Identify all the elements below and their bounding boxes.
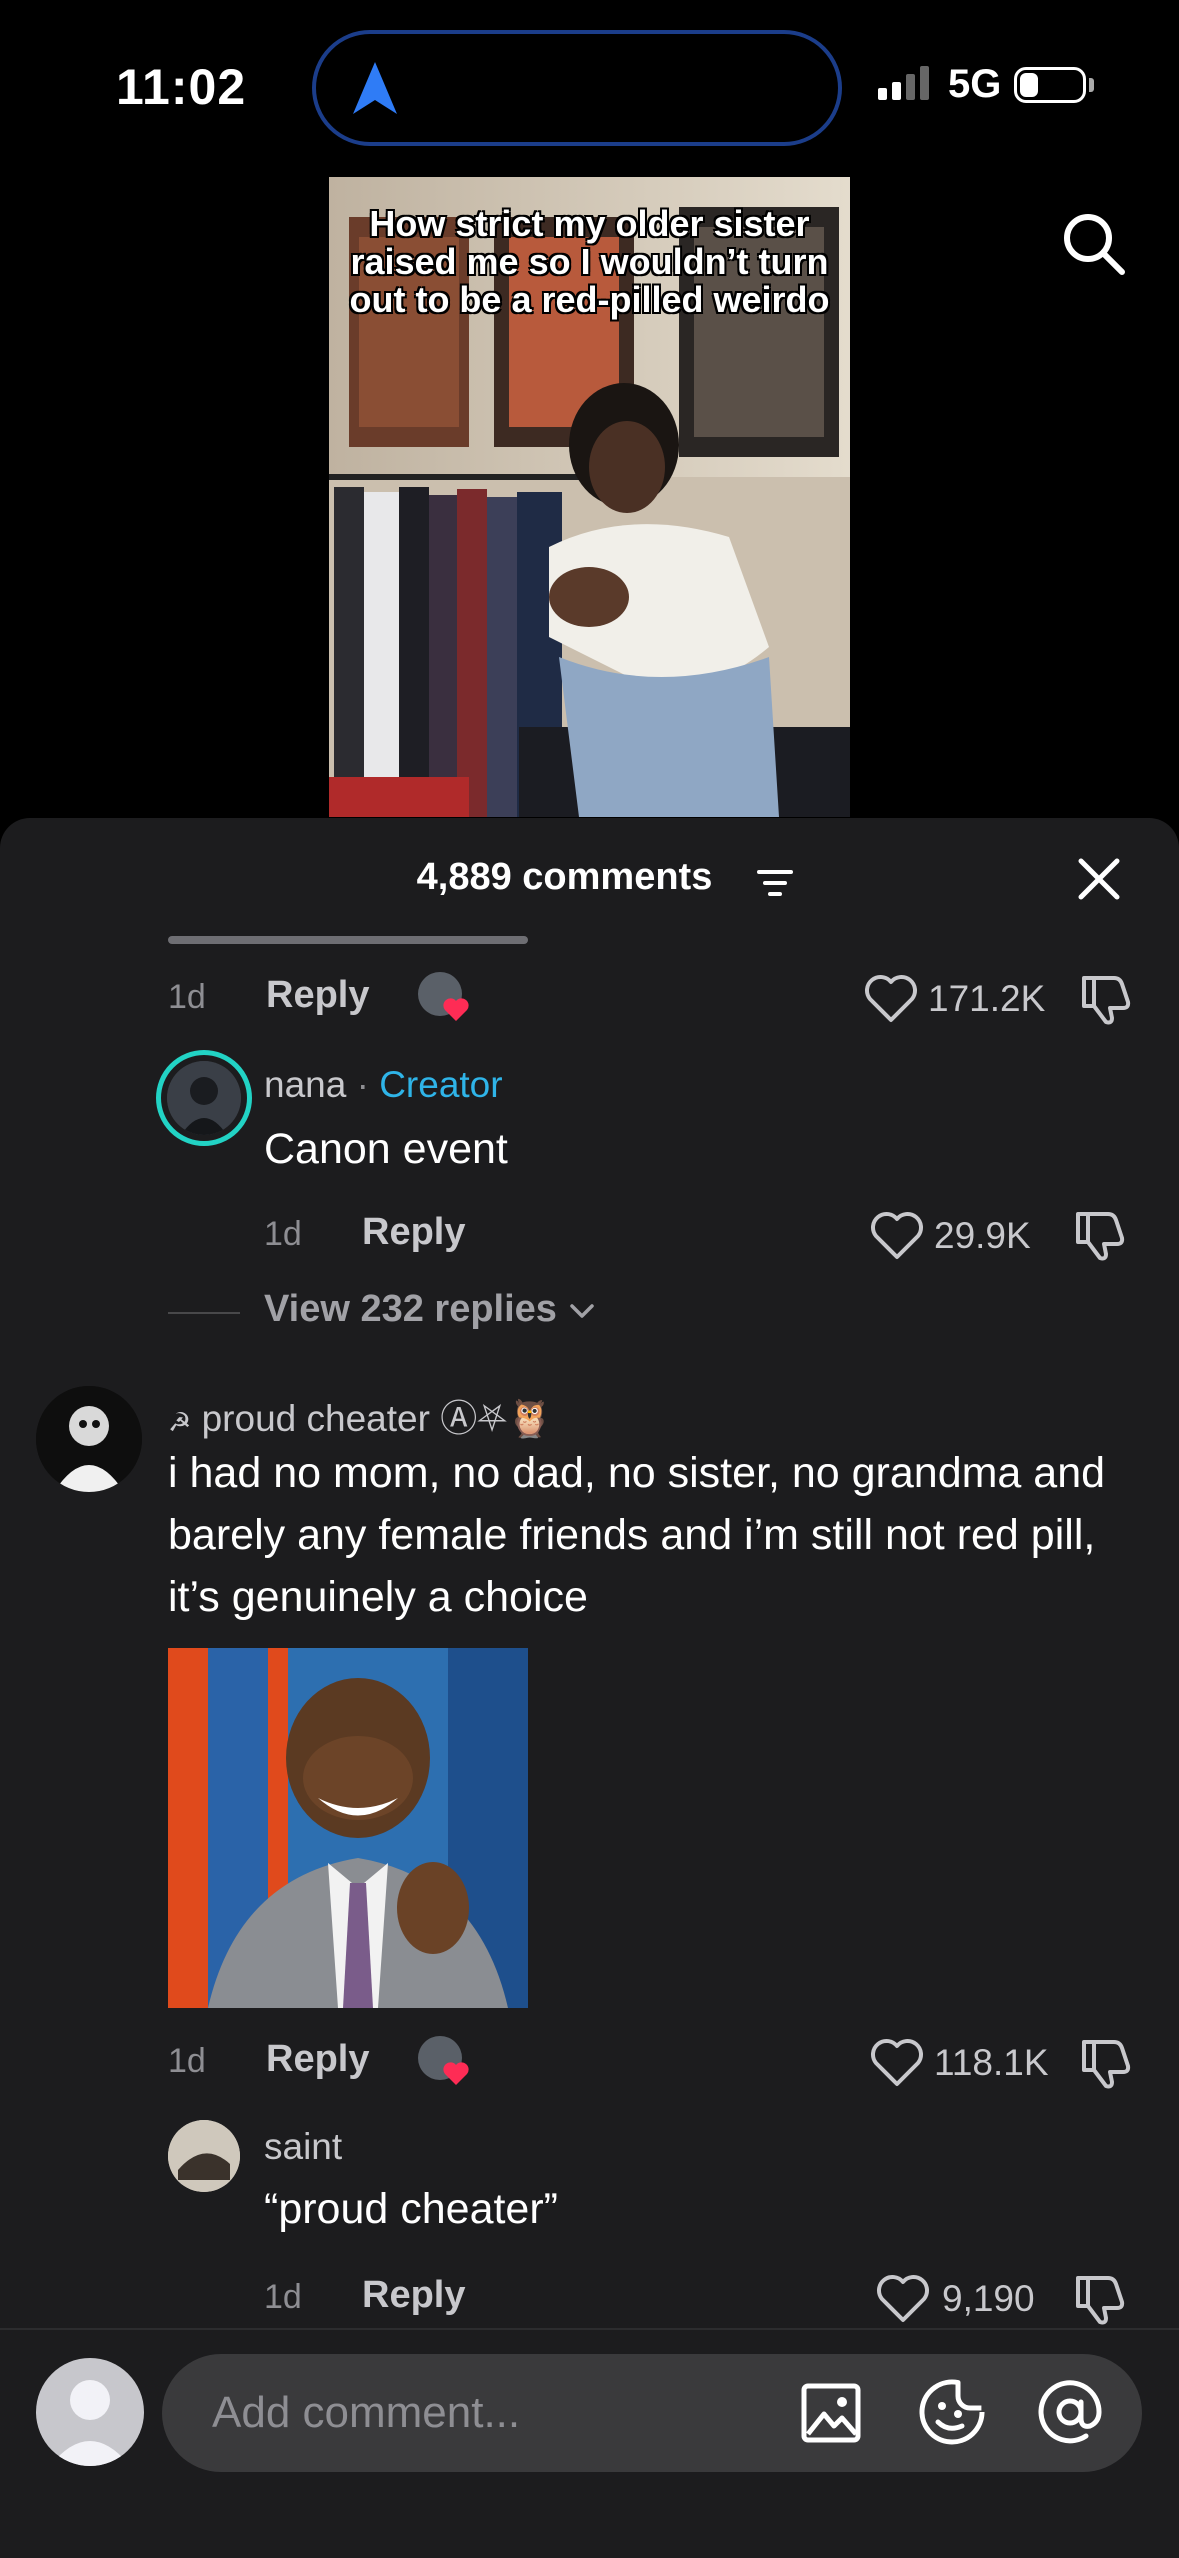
comment-age: 1d — [264, 2278, 302, 2316]
cellular-signal-icon — [878, 66, 929, 100]
username[interactable]: proud cheater — [202, 1398, 430, 1439]
heart-icon — [443, 998, 469, 1021]
reply-button[interactable]: Reply — [266, 2038, 369, 2081]
comment-text: “proud cheater” — [264, 2185, 558, 2233]
image-icon[interactable] — [800, 2382, 862, 2444]
reply-button[interactable]: Reply — [266, 974, 369, 1017]
like-count: 118.1K — [934, 2042, 1049, 2083]
replies-divider — [168, 1312, 240, 1314]
thumbs-down-icon[interactable] — [1080, 2036, 1132, 2090]
comment-age: 1d — [168, 2042, 206, 2080]
creator-liked-badge — [418, 972, 472, 1026]
avatar[interactable] — [168, 2120, 240, 2192]
comments-sheet: 4,889 comments 1d Reply 171.2K nana · Cr… — [0, 818, 1179, 2556]
current-user-avatar[interactable] — [36, 2358, 144, 2466]
navigation-arrow-icon — [353, 62, 397, 114]
creator-avatar-ring[interactable] — [156, 1050, 252, 1146]
comment-text: i had no mom, no dad, no sister, no gran… — [168, 1449, 1106, 1621]
creator-liked-badge — [418, 2036, 472, 2090]
view-replies-button[interactable]: View 232 replies — [264, 1288, 596, 1331]
thumbs-down-icon[interactable] — [1074, 2272, 1126, 2326]
heart-icon[interactable] — [870, 2038, 924, 2088]
heart-icon[interactable] — [864, 974, 918, 1024]
default-avatar-icon — [50, 2380, 130, 2466]
laughing-man-image — [168, 1648, 528, 2008]
username[interactable]: saint — [264, 2126, 342, 2168]
close-icon[interactable] — [1076, 856, 1122, 902]
comment-age: 1d — [168, 978, 206, 1016]
comment-username[interactable]: nana · Creator — [264, 1064, 503, 1106]
thumbs-down-icon[interactable] — [1080, 972, 1132, 1026]
at-icon[interactable] — [1036, 2378, 1104, 2446]
comment-gif-image[interactable] — [168, 1648, 528, 2008]
reply-button[interactable]: Reply — [362, 1211, 465, 1254]
video-player[interactable]: How strict my older sister raised me so … — [329, 177, 850, 817]
filter-icon[interactable] — [757, 868, 793, 898]
comment-text: Canon event — [264, 1125, 508, 1173]
like-count: 171.2K — [928, 978, 1046, 1019]
like-count: 29.9K — [934, 1215, 1031, 1256]
comments-count-title: 4,889 comments — [0, 856, 1179, 899]
thumbs-down-icon[interactable] — [1074, 1208, 1126, 1262]
username-emoji-suffix: Ⓐ⛧🦉 — [440, 1398, 553, 1439]
chevron-down-icon — [569, 1304, 594, 1318]
battery-terminal — [1089, 78, 1094, 92]
status-time: 11:02 — [116, 59, 247, 115]
emoji-icon[interactable] — [918, 2378, 986, 2446]
username-prefix-symbol: ☭ — [168, 1407, 192, 1437]
avatar[interactable] — [36, 1386, 142, 1492]
battery-level — [1020, 73, 1038, 97]
view-replies-label: View 232 replies — [264, 1288, 557, 1330]
avatar-image — [168, 2120, 240, 2192]
creator-badge: Creator — [379, 1064, 503, 1105]
network-type: 5G — [948, 62, 1002, 106]
comments-count-label: 4,889 comments — [416, 856, 713, 898]
heart-icon — [443, 2062, 469, 2085]
like-count: 9,190 — [942, 2278, 1035, 2319]
username[interactable]: nana — [264, 1064, 346, 1105]
video-caption: How strict my older sister raised me so … — [349, 203, 830, 320]
reply-button[interactable]: Reply — [362, 2274, 465, 2317]
username-separator: · — [346, 1064, 380, 1105]
avatar-image — [167, 1061, 241, 1135]
search-icon[interactable] — [1060, 210, 1126, 276]
heart-icon[interactable] — [876, 2274, 930, 2324]
avatar — [167, 1061, 241, 1135]
previous-comment-image-edge — [168, 936, 528, 944]
avatar-image — [36, 1386, 142, 1492]
comment-age: 1d — [264, 1215, 302, 1253]
heart-icon[interactable] — [870, 1211, 924, 1261]
add-comment-input[interactable] — [162, 2354, 1142, 2472]
comment-username[interactable]: ☭ proud cheater Ⓐ⛧🦉 — [168, 1388, 553, 1442]
